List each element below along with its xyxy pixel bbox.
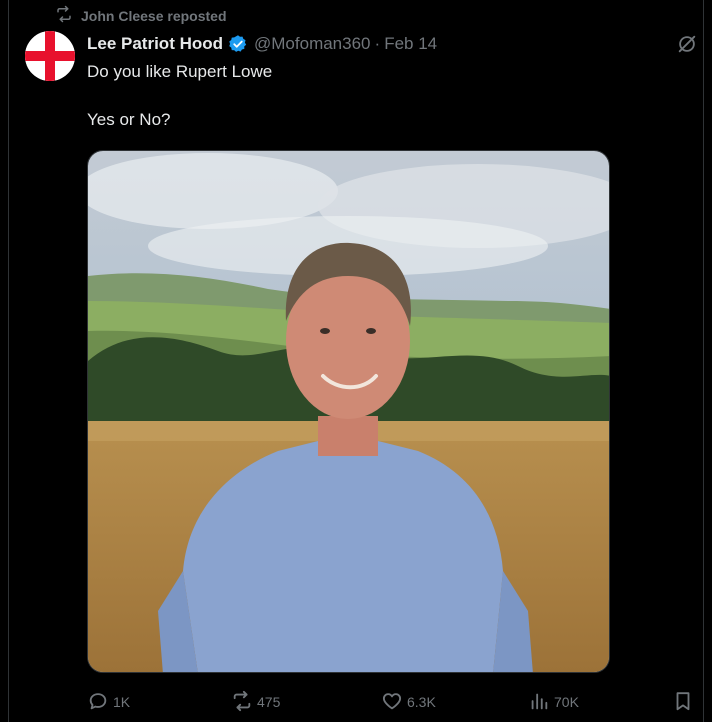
tweet-text: Do you like Rupert Lowe Yes or No?	[87, 62, 273, 129]
separator-dot: ·	[374, 34, 381, 53]
repost-context[interactable]: John Cleese reposted	[55, 5, 227, 28]
tweet-action-bar: 1K 475 6.3K 70K	[87, 690, 697, 714]
reply-button[interactable]: 1K	[87, 690, 130, 714]
verified-badge-icon[interactable]	[228, 34, 248, 54]
tweet-header: Lee Patriot Hood @Mofoman360 · Feb 14	[87, 33, 437, 55]
tweet-date[interactable]: Feb 14	[384, 34, 437, 54]
bookmark-icon	[672, 690, 694, 715]
author-handle[interactable]: @Mofoman360	[254, 34, 371, 54]
repost-icon	[231, 690, 253, 715]
repost-label[interactable]: John Cleese reposted	[81, 8, 227, 24]
repost-button[interactable]: 475	[231, 690, 280, 714]
avatar[interactable]	[25, 31, 75, 81]
author-display-name[interactable]: Lee Patriot Hood	[87, 34, 223, 54]
like-icon	[381, 690, 403, 715]
views-button[interactable]: 70K	[528, 690, 579, 714]
tweet-container[interactable]: John Cleese reposted Lee Patriot Hood @M…	[0, 0, 712, 722]
like-count: 6.3K	[407, 694, 436, 710]
reply-count: 1K	[113, 694, 131, 710]
timeline-border-left	[8, 0, 9, 722]
timeline-border-right	[703, 0, 704, 722]
repost-icon	[55, 5, 73, 28]
reply-icon	[87, 690, 109, 715]
views-count: 70K	[554, 694, 579, 710]
like-button[interactable]: 6.3K	[381, 690, 436, 714]
tweet-media-photo[interactable]	[87, 150, 610, 673]
views-icon	[528, 690, 550, 715]
repost-count: 475	[257, 694, 281, 710]
grok-icon[interactable]	[676, 33, 698, 55]
bookmark-button[interactable]	[672, 690, 694, 714]
